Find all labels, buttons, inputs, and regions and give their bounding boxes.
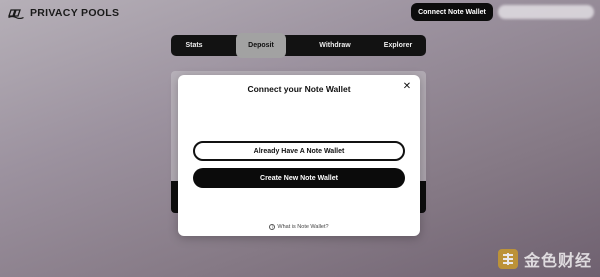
close-icon[interactable]: ✕ [402, 82, 412, 92]
tab-stats[interactable]: Stats [171, 35, 217, 56]
already-have-wallet-button[interactable]: Already Have A Note Wallet [193, 141, 405, 161]
brand-logo[interactable]: PRIVACY POOLS [8, 7, 119, 19]
help-circle-icon: ? [269, 224, 276, 230]
tab-deposit[interactable]: Deposit [236, 33, 286, 58]
help-link-text: What is Note Wallet? [277, 224, 329, 230]
watermark-text: 金色财经 [524, 251, 593, 270]
jinse-logo-icon [498, 249, 518, 269]
brand-name: PRIVACY POOLS [30, 7, 120, 19]
what-is-note-wallet-link[interactable]: ? What is Note Wallet? [178, 224, 420, 230]
create-new-wallet-button[interactable]: Create New Note Wallet [193, 168, 405, 188]
blurred-account-pill [498, 5, 594, 19]
tab-explorer[interactable]: Explorer [377, 35, 419, 56]
pool-logo-icon [8, 9, 24, 19]
connect-note-wallet-button[interactable]: Connect Note Wallet [411, 3, 493, 21]
tab-withdraw[interactable]: Withdraw [314, 35, 356, 56]
connect-wallet-modal: Connect your Note Wallet ✕ Already Have … [178, 75, 420, 236]
main-nav-tabs: Stats Deposit Withdraw Explorer [171, 33, 426, 58]
modal-title: Connect your Note Wallet [247, 84, 351, 94]
watermark: 金色财经 [497, 247, 592, 271]
